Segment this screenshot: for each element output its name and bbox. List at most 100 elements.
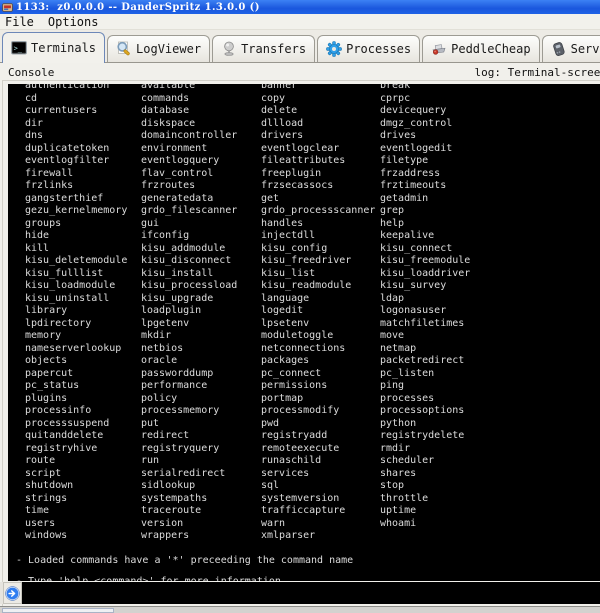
terminal-row: killkisu_addmodulekisu_configkisu_connec… — [8, 243, 600, 256]
command-name: help — [380, 218, 600, 231]
command-name: processmodify — [261, 405, 380, 418]
command-name: lpdirectory — [25, 318, 141, 331]
menu-options[interactable]: Options — [48, 15, 99, 29]
command-name: processoptions — [380, 405, 600, 418]
command-name: library — [25, 305, 141, 318]
command-name: uptime — [380, 505, 600, 518]
tab-server[interactable]: Server — [542, 35, 600, 62]
command-name: quitanddelete — [25, 430, 141, 443]
command-name: matchfiletimes — [380, 318, 600, 331]
terminal-output[interactable]: authenticationavailablebannerbreakcdcomm… — [8, 84, 600, 581]
menu-bar: File Options — [0, 14, 600, 30]
command-name: kisu_survey — [380, 280, 600, 293]
terminal-row: usersversionwarnwhoami — [8, 518, 600, 531]
command-name: kisu_deletemodule — [25, 255, 141, 268]
clipped-line-container: - Type 'help <command>' for more informa… — [8, 576, 600, 581]
terminal-row: eventlogfiltereventlogqueryfileattribute… — [8, 155, 600, 168]
tab-logviewer[interactable]: LogViewer — [107, 35, 210, 62]
command-name: kisu_loaddriver — [380, 268, 600, 281]
tab-peddlecheap[interactable]: PeddleCheap — [422, 35, 539, 62]
title-bar[interactable]: 1133: z0.0.0.0 -- DanderSpritz 1.3.0.0 (… — [0, 0, 600, 14]
command-name: version — [141, 518, 261, 531]
command-name: drives — [380, 130, 600, 143]
command-name: generatedata — [141, 193, 261, 206]
command-name — [380, 530, 600, 543]
command-name: eventlogclear — [261, 143, 380, 156]
tab-label: Transfers — [241, 42, 306, 56]
command-name: gezu_kernelmemory — [25, 205, 141, 218]
command-name: groups — [25, 218, 141, 231]
command-name: available — [141, 84, 261, 93]
terminal-row: scriptserialredirectservicesshares — [8, 468, 600, 481]
command-name: eventlogedit — [380, 143, 600, 156]
terminal-row: kisu_uninstallkisu_upgradelanguageldap — [8, 293, 600, 306]
antenna-icon — [221, 41, 238, 57]
ship-icon — [431, 41, 448, 57]
terminal-row: kisu_fulllistkisu_installkisu_listkisu_l… — [8, 268, 600, 281]
command-name: dmgz_control — [380, 118, 600, 131]
command-name: mkdir — [141, 330, 261, 343]
command-name: trafficcapture — [261, 505, 380, 518]
command-name: netconnections — [261, 343, 380, 356]
app-icon — [2, 2, 13, 13]
command-name: domaincontroller — [141, 130, 261, 143]
command-name: firewall — [25, 168, 141, 181]
menu-file[interactable]: File — [5, 15, 34, 29]
command-name: registryadd — [261, 430, 380, 443]
command-name: get — [261, 193, 380, 206]
command-name: kisu_config — [261, 243, 380, 256]
command-name: whoami — [380, 518, 600, 531]
command-name: database — [141, 105, 261, 118]
scrollbar-thumb[interactable] — [2, 608, 114, 613]
tab-terminals[interactable]: >_Terminals — [2, 32, 105, 63]
command-name: shutdown — [25, 480, 141, 493]
command-name: ping — [380, 380, 600, 393]
command-name: policy — [141, 393, 261, 406]
command-name: logedit — [261, 305, 380, 318]
terminal-row: processinfoprocessmemoryprocessmodifypro… — [8, 405, 600, 418]
command-name: passworddump — [141, 368, 261, 381]
terminal-row: dirdiskspacedllloaddmgz_control — [8, 118, 600, 131]
command-name: processsuspend — [25, 418, 141, 431]
command-name: kisu_connect — [380, 243, 600, 256]
terminal-row: firewallflav_controlfreepluginfrzaddress — [8, 168, 600, 181]
command-name: duplicatetoken — [25, 143, 141, 156]
tab-transfers[interactable]: Transfers — [212, 35, 315, 62]
command-name: grep — [380, 205, 600, 218]
command-name: kisu_uninstall — [25, 293, 141, 306]
command-name: kisu_install — [141, 268, 261, 281]
command-name: registryquery — [141, 443, 261, 456]
terminal-row: stringssystempathssystemversionthrottle — [8, 493, 600, 506]
terminal-row: gezu_kernelmemorygrdo_filescannergrdo_pr… — [8, 205, 600, 218]
terminal-row: dnsdomaincontrollerdriversdrives — [8, 130, 600, 143]
command-name: processes — [380, 393, 600, 406]
command-name: time — [25, 505, 141, 518]
command-name: services — [261, 468, 380, 481]
command-name: move — [380, 330, 600, 343]
command-name: packetredirect — [380, 355, 600, 368]
command-name: kisu_readmodule — [261, 280, 380, 293]
terminal-icon: >_ — [11, 40, 28, 56]
command-name: objects — [25, 355, 141, 368]
command-name: kisu_upgrade — [141, 293, 261, 306]
terminal-row: frzlinksfrzroutesfrzsecassocsfrztimeouts — [8, 180, 600, 193]
command-name: xmlparser — [261, 530, 380, 543]
command-name: frzroutes — [141, 180, 261, 193]
terminal-row: papercutpassworddumppc_connectpc_listen — [8, 368, 600, 381]
command-name: eventlogfilter — [25, 155, 141, 168]
terminal-row: cdcommandscopycprpc — [8, 93, 600, 106]
tab-processes[interactable]: Processes — [317, 35, 420, 62]
command-name: kisu_addmodule — [141, 243, 261, 256]
command-name: fileattributes — [261, 155, 380, 168]
command-name: kisu_fulllist — [25, 268, 141, 281]
command-name: kill — [25, 243, 141, 256]
terminal-command-input[interactable] — [22, 582, 600, 604]
command-name: frzsecassocs — [261, 180, 380, 193]
command-name: pc_listen — [380, 368, 600, 381]
horizontal-scrollbar[interactable] — [0, 606, 600, 613]
terminal-row: objectsoraclepackagespacketredirect — [8, 355, 600, 368]
command-name: warn — [261, 518, 380, 531]
command-name: script — [25, 468, 141, 481]
go-arrow-button[interactable] — [3, 582, 22, 604]
partial-terminal-line: - Type 'help <command>' for more informa… — [8, 576, 600, 581]
